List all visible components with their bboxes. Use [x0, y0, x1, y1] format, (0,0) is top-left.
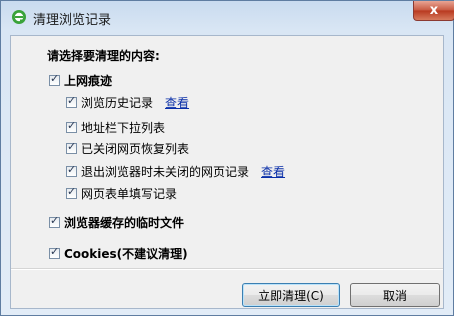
address-bar-checkbox[interactable] [66, 119, 77, 133]
closed-pages-checkbox[interactable] [66, 140, 77, 154]
close-icon: x [429, 3, 439, 18]
checkbox-row-closed-pages[interactable]: 已关闭网页恢复列表 [66, 140, 189, 156]
browser-logo-icon [12, 10, 26, 24]
window-title: 清理浏览记录 [33, 13, 112, 28]
history-checkbox[interactable] [66, 94, 77, 108]
footer-divider-highlight [11, 269, 443, 270]
browsing-traces-label: 上网痕迹 [64, 73, 113, 88]
checkbox-row-form-data[interactable]: 网页表单填写记录 [66, 185, 177, 201]
browsing-traces-checkbox[interactable] [49, 72, 60, 86]
checkbox-row-unclosed-pages[interactable]: 退出浏览器时未关闭的网页记录 查看 [66, 163, 285, 179]
checkbox-row-history[interactable]: 浏览历史记录 查看 [66, 94, 189, 110]
title-bar[interactable]: 清理浏览记录 x [1, 1, 454, 33]
clean-now-button[interactable]: 立即清理(C) [242, 283, 340, 307]
cookies-label: Cookies(不建议清理) [64, 246, 188, 261]
checkbox-row-cookies[interactable]: Cookies(不建议清理) [49, 245, 188, 261]
unclosed-pages-checkbox[interactable] [66, 163, 77, 177]
cookies-checkbox[interactable] [49, 245, 60, 259]
clear-history-dialog: 清理浏览记录 x 请选择要清理的内容: 上网痕迹 浏览历史记录 查看 地址栏下拉… [0, 0, 454, 316]
cancel-button[interactable]: 取消 [350, 283, 440, 307]
checkbox-row-address-bar[interactable]: 地址栏下拉列表 [66, 119, 165, 135]
closed-pages-label: 已关闭网页恢复列表 [81, 141, 190, 156]
form-data-label: 网页表单填写记录 [81, 186, 178, 201]
unclosed-pages-label: 退出浏览器时未关闭的网页记录 [81, 164, 250, 179]
view-history-link[interactable]: 查看 [165, 94, 189, 111]
form-data-checkbox[interactable] [66, 185, 77, 199]
history-label: 浏览历史记录 [81, 95, 154, 110]
checkbox-row-browsing-traces[interactable]: 上网痕迹 [49, 72, 112, 88]
checkbox-row-temp-files[interactable]: 浏览器缓存的临时文件 [49, 214, 184, 230]
close-button[interactable]: x [413, 1, 454, 21]
temp-files-checkbox[interactable] [49, 214, 60, 228]
dialog-content: 请选择要清理的内容: 上网痕迹 浏览历史记录 查看 地址栏下拉列表 已关闭网页恢… [10, 35, 444, 309]
address-bar-label: 地址栏下拉列表 [81, 120, 166, 135]
view-unclosed-pages-link[interactable]: 查看 [261, 163, 285, 180]
section-heading: 请选择要清理的内容: [47, 49, 160, 63]
temp-files-label: 浏览器缓存的临时文件 [64, 215, 185, 230]
